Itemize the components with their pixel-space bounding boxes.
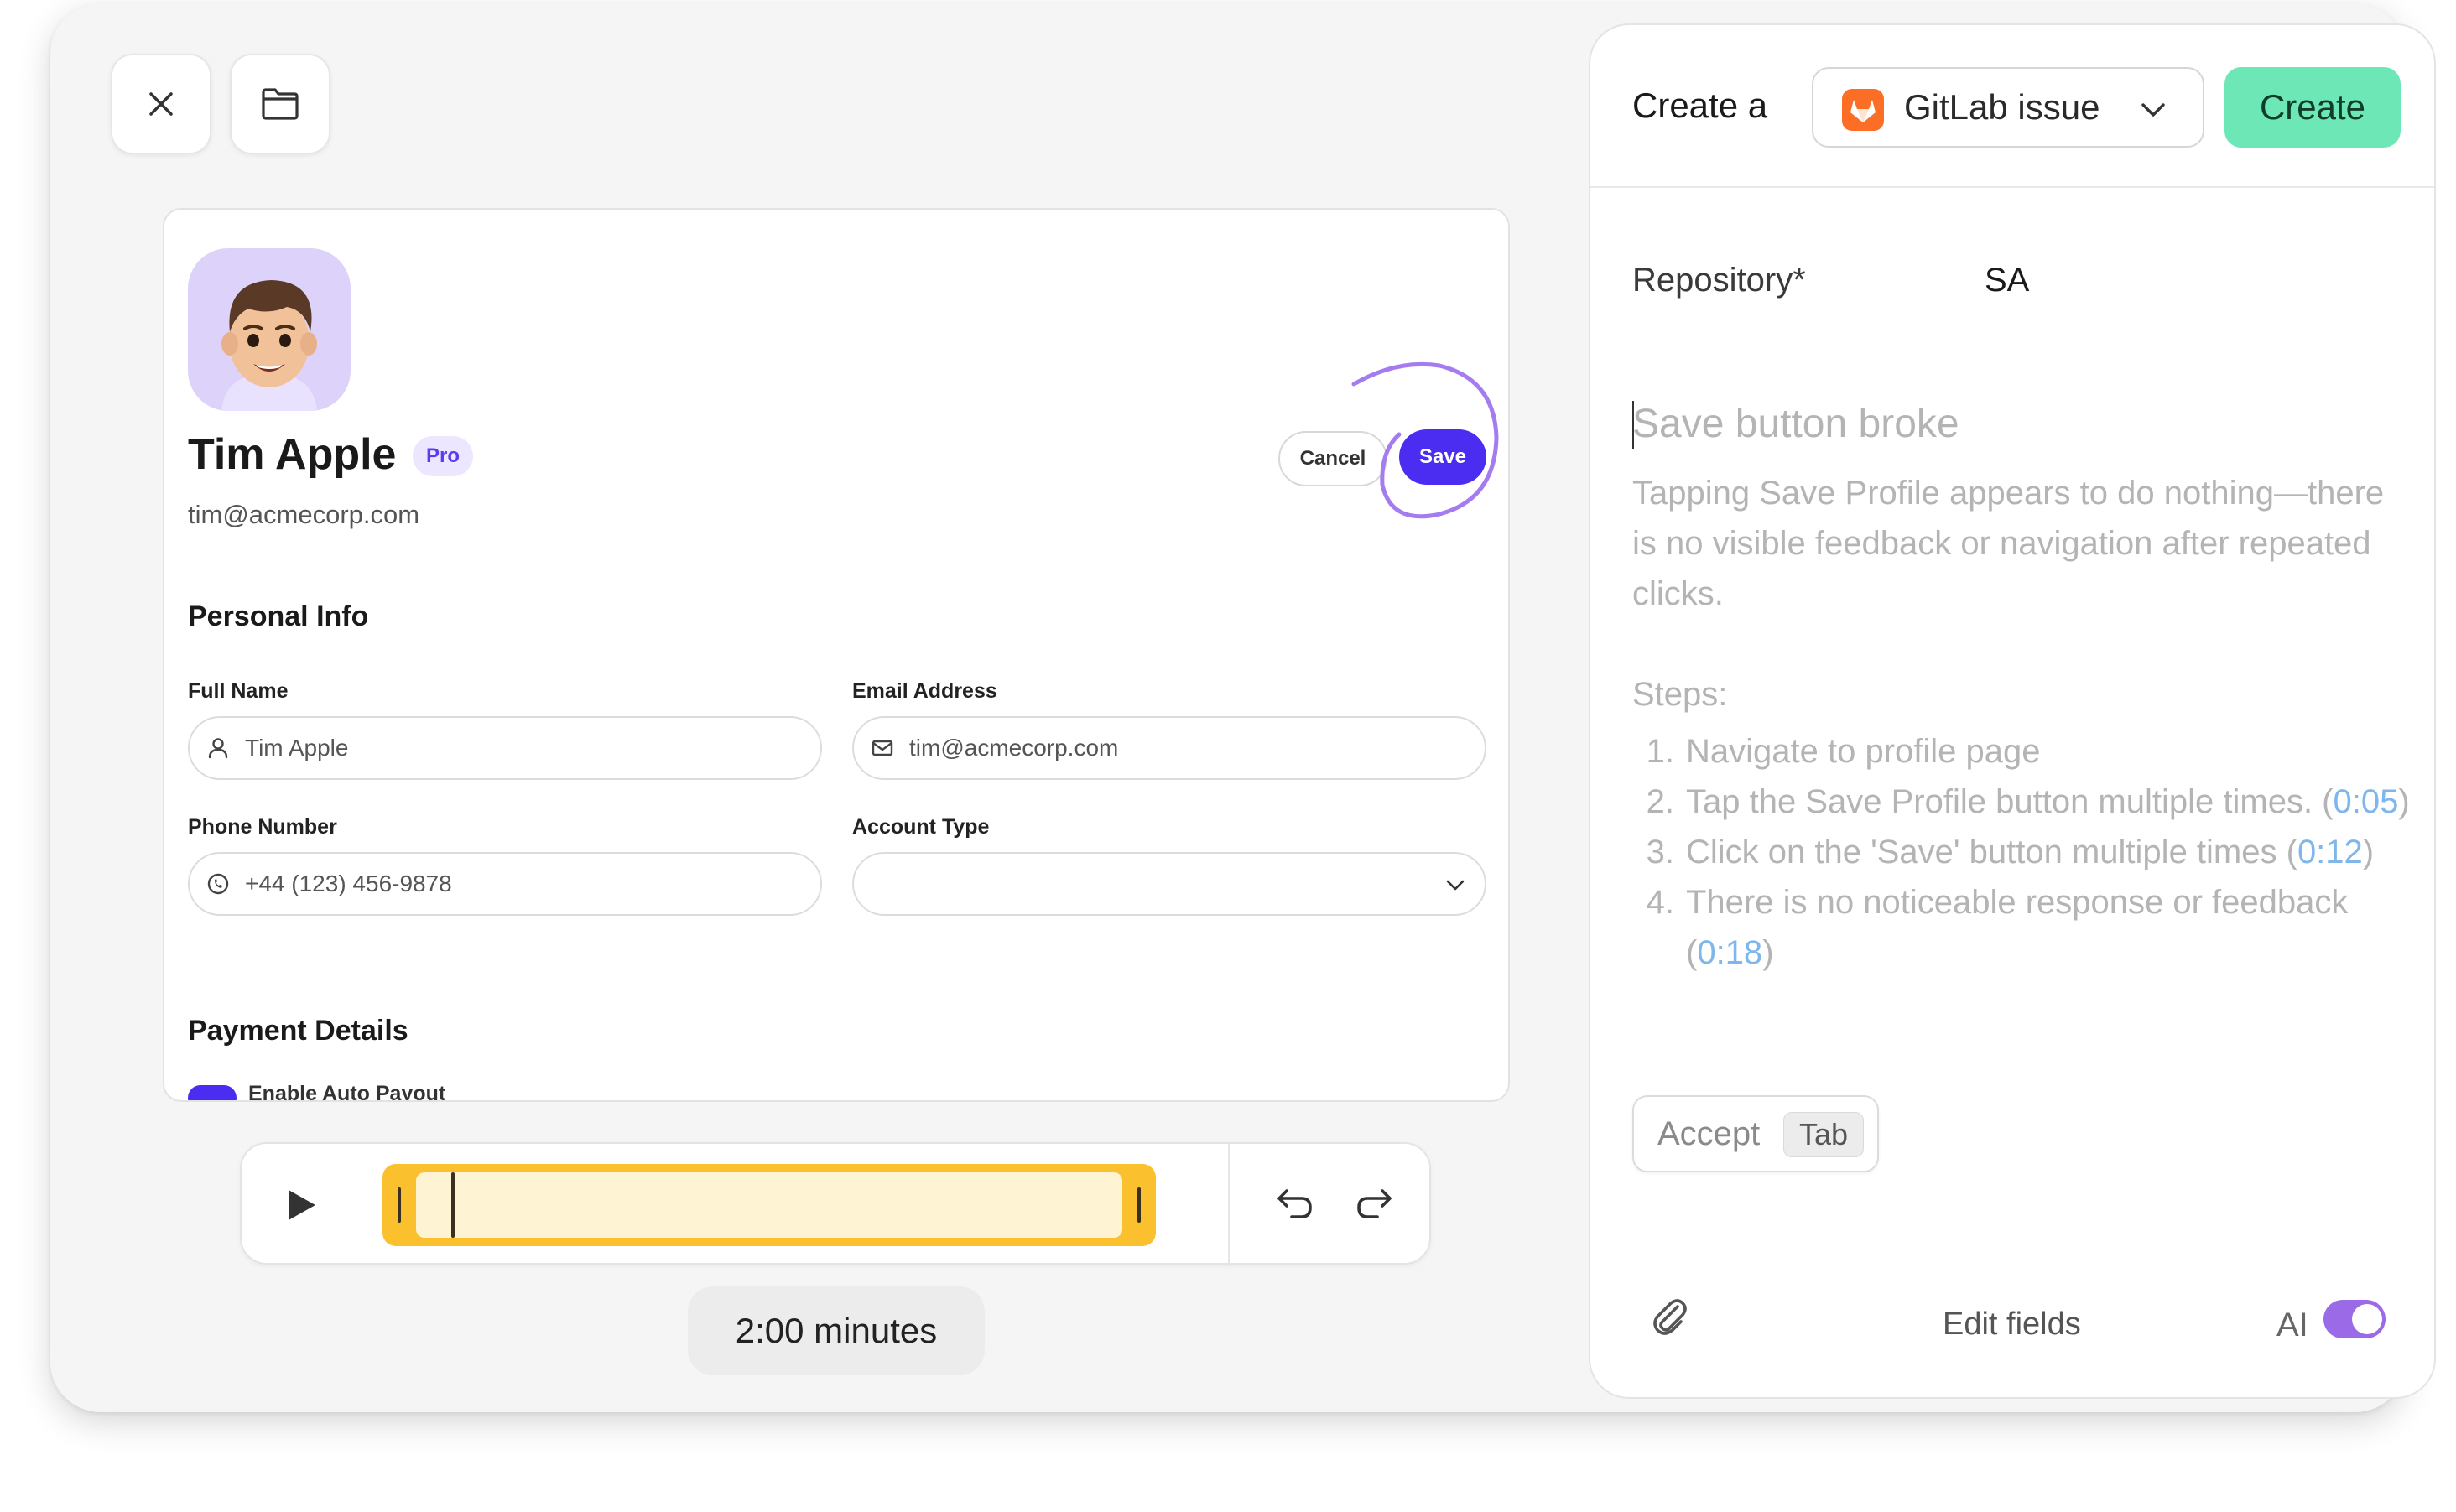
profile-name: Tim Apple — [188, 430, 397, 479]
close-icon — [149, 92, 173, 116]
step-item: 4. There is no noticeable response or fee… — [1632, 877, 2412, 978]
step-item: 3. Click on the 'Save' button multiple ti… — [1632, 827, 2412, 877]
chevron-down-icon — [2141, 103, 2165, 117]
steps-label: Steps: — [1632, 676, 1728, 713]
email-address-value: tim@acmecorp.com — [909, 735, 1119, 761]
phone-circle-icon — [207, 873, 229, 895]
play-icon[interactable] — [285, 1187, 319, 1223]
step-timestamp-link[interactable]: 0:12 — [2297, 834, 2363, 870]
step-timestamp-link[interactable]: 0:18 — [1697, 934, 1762, 971]
accept-label: Accept — [1657, 1115, 1761, 1152]
repository-value[interactable]: SA — [1985, 262, 2029, 299]
avatar — [188, 248, 351, 411]
profile-card: Tim Apple Pro tim@acmecorp.com Cancel Sa… — [163, 208, 1510, 1102]
issue-panel: Create a GitLab issue Create Repository*… — [1589, 23, 2436, 1399]
trim-handle-left[interactable] — [398, 1187, 401, 1223]
account-type-select[interactable] — [852, 852, 1486, 916]
repository-label: Repository* — [1632, 262, 1806, 299]
issue-type-dropdown[interactable]: GitLab issue — [1812, 67, 2204, 148]
auto-payout-toggle[interactable] — [188, 1085, 237, 1100]
step-text: Tap the Save Profile button multiple tim… — [1686, 783, 2410, 820]
ai-label: AI — [2276, 1307, 2308, 1343]
step-text: Navigate to profile page — [1686, 726, 2041, 777]
phone-number-label: Phone Number — [188, 815, 337, 839]
create-button[interactable]: Create — [2224, 67, 2401, 148]
playhead[interactable] — [451, 1172, 455, 1238]
step-text: Click on the 'Save' button multiple time… — [1686, 834, 2375, 870]
full-name-value: Tim Apple — [245, 735, 349, 761]
close-button[interactable] — [111, 54, 211, 154]
step-text-content: Navigate to profile page — [1686, 733, 2041, 770]
issue-title-input[interactable]: Save button broke — [1632, 401, 1959, 447]
step-number: 1. — [1646, 733, 1674, 770]
ai-toggle-knob — [2352, 1304, 2382, 1334]
email-address-field[interactable]: tim@acmecorp.com — [852, 716, 1486, 780]
app-window: Tim Apple Pro tim@acmecorp.com Cancel Sa… — [50, 3, 2436, 1412]
step-text-content: Tap the Save Profile button multiple tim… — [1686, 783, 2313, 820]
ai-toggle[interactable] — [2323, 1300, 2386, 1338]
step-text-content: Click on the 'Save' button multiple time… — [1686, 834, 2277, 870]
issue-type-value: GitLab issue — [1904, 87, 2100, 127]
chevron-down-icon — [1446, 880, 1465, 891]
pro-badge: Pro — [413, 436, 474, 476]
account-type-label: Account Type — [852, 815, 990, 839]
trim-handle-right[interactable] — [1137, 1187, 1141, 1223]
user-icon — [208, 738, 228, 759]
mail-icon — [872, 740, 893, 756]
create-prefix-label: Create a — [1632, 86, 1768, 125]
timeline-range — [416, 1172, 1122, 1238]
steps-list: 1. Navigate to profile page 2. Tap the Save… — [1632, 726, 2412, 978]
phone-number-field[interactable]: +44 (123) 456-9878 — [188, 852, 822, 916]
player-divider — [1228, 1144, 1230, 1266]
step-text-content: There is no noticeable response or feedb… — [1686, 884, 2349, 921]
folder-icon — [262, 88, 299, 120]
duration-label: 2:00 minutes — [688, 1286, 985, 1375]
auto-payout-label: Enable Auto Payout — [248, 1082, 446, 1102]
timeline-track[interactable] — [382, 1164, 1156, 1246]
step-item: 2. Tap the Save Profile button multiple t… — [1632, 777, 2412, 827]
tab-key-hint: Tab — [1783, 1112, 1864, 1157]
redo-icon[interactable] — [1354, 1186, 1394, 1223]
step-number: 4. — [1646, 884, 1674, 921]
folder-button[interactable] — [230, 54, 330, 154]
step-number: 3. — [1646, 834, 1674, 870]
text-caret — [1632, 401, 1634, 449]
step-timestamp-link[interactable]: 0:05 — [2334, 783, 2399, 820]
step-number: 2. — [1646, 783, 1674, 820]
full-name-field[interactable]: Tim Apple — [188, 716, 822, 780]
memoji-avatar-image — [221, 280, 317, 411]
video-player-controls — [240, 1142, 1431, 1266]
full-name-label: Full Name — [188, 679, 289, 703]
click-highlight-circle — [1351, 361, 1499, 519]
phone-number-value: +44 (123) 456-9878 — [245, 870, 452, 896]
edit-fields-button[interactable]: Edit fields — [1943, 1307, 2081, 1343]
panel-divider — [1590, 186, 2434, 188]
email-address-label: Email Address — [852, 679, 997, 703]
paperclip-icon[interactable] — [1649, 1291, 1689, 1338]
payment-details-heading: Payment Details — [188, 1015, 408, 1047]
step-text: There is no noticeable response or feedb… — [1686, 884, 2349, 971]
profile-email: tim@acmecorp.com — [188, 500, 420, 529]
step-item: 1. Navigate to profile page — [1632, 726, 2412, 777]
issue-description[interactable]: Tapping Save Profile appears to do nothi… — [1632, 468, 2404, 619]
gitlab-icon — [1842, 89, 1884, 131]
personal-info-heading: Personal Info — [188, 600, 369, 632]
accept-suggestion-button[interactable]: Accept Tab — [1632, 1095, 1879, 1172]
undo-icon[interactable] — [1275, 1186, 1315, 1223]
